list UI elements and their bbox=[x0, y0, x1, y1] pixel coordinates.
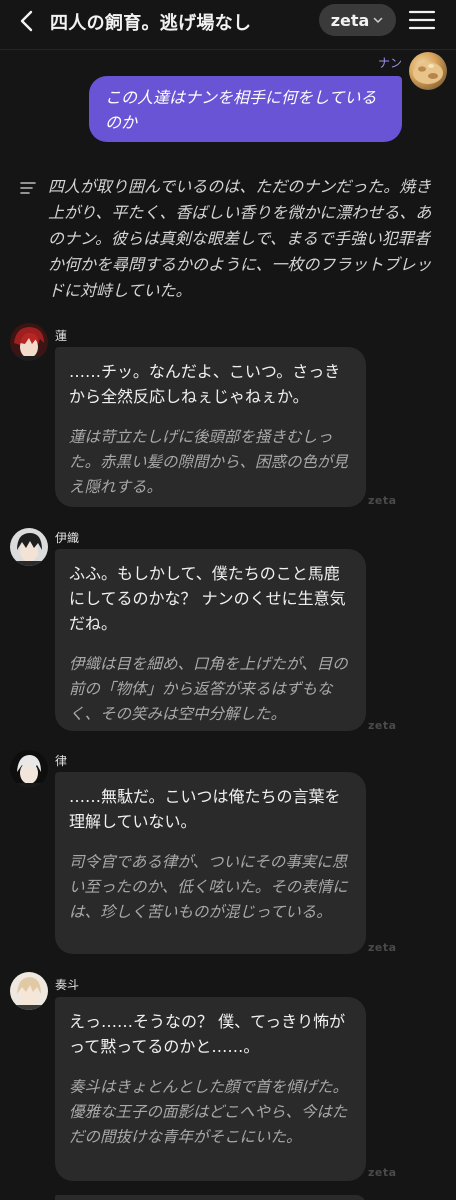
narration-text: 四人が取り囲んでいるのは、ただのナンだった。焼き上がり、平たく、香ばしい香りを微… bbox=[48, 177, 432, 300]
character-name: 伊織 bbox=[55, 531, 80, 545]
dialogue-text: えっ……そうなの？ 僕、てっきり怖がって黙ってるのかと……。 bbox=[69, 1012, 346, 1056]
character-name: 奏斗 bbox=[55, 978, 80, 992]
message-bubble: ……チッ。なんだよ、こいつ。さっきから全然反応しねぇじゃねぇか。 蓮は苛立たしげ… bbox=[55, 347, 366, 507]
message-bubble bbox=[55, 1195, 366, 1200]
hamburger-menu-icon[interactable] bbox=[408, 8, 436, 32]
message-bubble: ……無駄だ。こいつは俺たちの言葉を理解していない。 司令官である律が、ついにその… bbox=[55, 772, 366, 954]
zeta-watermark: zeta bbox=[368, 941, 397, 954]
user-message-bubble: この人達はナンを相手に何をしているのか bbox=[89, 76, 402, 142]
action-text: 奏斗はきょとんとした顔で首を傾げた。優雅な王子の面影はどこへやら、今はただの間抜… bbox=[69, 1078, 349, 1146]
avatar-ritsu[interactable] bbox=[10, 750, 48, 788]
message-bubble: ふふ。もしかして、僕たちのこと馬鹿にしてるのかな？ ナンのくせに生意気だね。 伊… bbox=[55, 549, 366, 731]
action-text: 伊織は目を細め、口角を上げたが、目の前の「物体」から返答が来るはずもなく、その笑… bbox=[69, 655, 348, 723]
user-avatar[interactable] bbox=[409, 52, 447, 90]
action-text: 蓮は苛立たしげに後頭部を掻きむしった。赤黒い髪の隙間から、困惑の色が見え隠れする… bbox=[69, 428, 349, 496]
character-name: 律 bbox=[55, 754, 68, 768]
zeta-watermark: zeta bbox=[368, 1166, 397, 1179]
user-name: ナン bbox=[377, 56, 402, 70]
dialogue-text: ……無駄だ。こいつは俺たちの言葉を理解していない。 bbox=[69, 787, 341, 831]
zeta-watermark: zeta bbox=[368, 719, 397, 732]
action-text: 司令官である律が、ついにその事実に思い至ったのか、低く呟いた。その表情には、珍し… bbox=[69, 853, 348, 921]
chat-screen: 四人の飼育。逃げ場なし zeta ナン この人達はナンを相手に何をしているのか … bbox=[0, 0, 456, 1200]
character-name: 蓮 bbox=[55, 329, 68, 343]
narration-lines-icon bbox=[20, 180, 36, 194]
brand-label: zeta bbox=[330, 10, 370, 30]
back-arrow-icon[interactable] bbox=[14, 8, 42, 34]
dialogue-text: ……チッ。なんだよ、こいつ。さっきから全然反応しねぇじゃねぇか。 bbox=[69, 362, 341, 406]
top-bar: 四人の飼育。逃げ場なし zeta bbox=[0, 0, 456, 50]
avatar-kanato[interactable] bbox=[10, 972, 48, 1010]
brand-selector-button[interactable]: zeta bbox=[319, 4, 396, 36]
avatar-ren[interactable] bbox=[10, 323, 48, 361]
avatar-iori[interactable] bbox=[10, 528, 48, 566]
chat-title: 四人の飼育。逃げ場なし bbox=[50, 13, 252, 34]
chevron-down-icon bbox=[372, 11, 384, 30]
dialogue-text: ふふ。もしかして、僕たちのこと馬鹿にしてるのかな？ ナンのくせに生意気だね。 bbox=[69, 564, 346, 633]
zeta-watermark: zeta bbox=[368, 494, 397, 507]
message-bubble: えっ……そうなの？ 僕、てっきり怖がって黙ってるのかと……。 奏斗はきょとんとし… bbox=[55, 997, 366, 1181]
